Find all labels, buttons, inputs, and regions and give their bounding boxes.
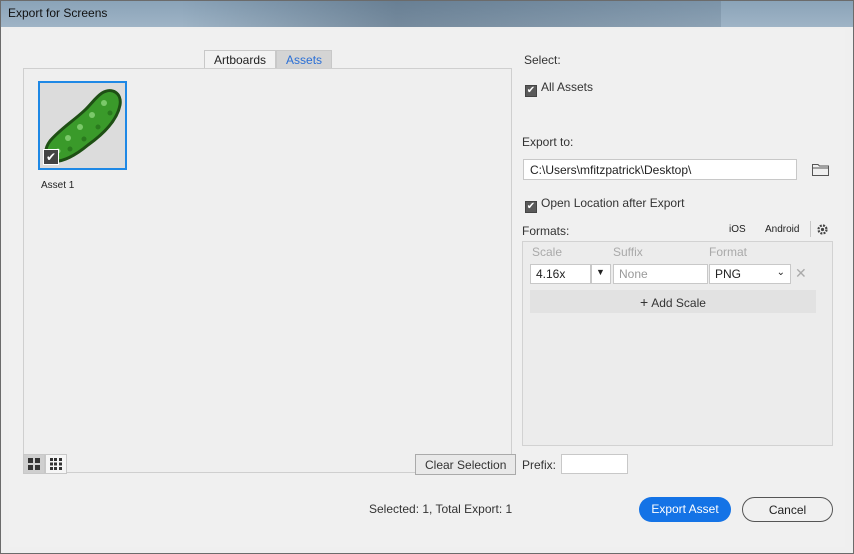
plus-icon: + [640, 294, 649, 310]
title-bar: Export for Screens [1, 1, 853, 27]
tab-artboards[interactable]: Artboards [204, 50, 277, 68]
format-select[interactable]: PNG ⌄ [709, 264, 791, 284]
list-view-button[interactable] [45, 454, 67, 474]
formats-heading: Formats: [522, 224, 570, 238]
prefix-input[interactable] [561, 454, 628, 474]
grid-view-button[interactable] [23, 454, 45, 474]
dialog-body: Artboards Assets ✔ Asset 1 Clear Selecti… [9, 29, 845, 547]
add-scale-label: Add Scale [651, 296, 706, 310]
title-bar-backdrop [181, 1, 721, 27]
asset-thumbnail[interactable]: ✔ [38, 81, 127, 170]
selection-status: Selected: 1, Total Export: 1 [369, 502, 513, 516]
all-assets-checkbox[interactable]: ✔ [525, 85, 537, 97]
asset-grid: ✔ Asset 1 [23, 68, 512, 473]
scale-column-header: Scale [532, 245, 563, 259]
format-select-value: PNG [715, 267, 742, 281]
suffix-input[interactable]: None [613, 264, 708, 284]
chevron-down-icon: ⌄ [776, 267, 785, 278]
open-location-option[interactable]: ✔ Open Location after Export [525, 196, 684, 213]
open-location-checkbox[interactable]: ✔ [525, 201, 537, 213]
select-heading: Select: [524, 53, 561, 67]
cancel-button[interactable]: Cancel [742, 497, 833, 522]
export-to-heading: Export to: [522, 135, 574, 149]
clear-selection-button[interactable]: Clear Selection [415, 454, 517, 475]
export-dialog: Export for Screens Artboards Assets ✔ As… [0, 0, 854, 554]
list-view-icon [50, 458, 62, 470]
scale-dropdown-button[interactable]: ▼ [591, 264, 611, 284]
export-asset-button[interactable]: Export Asset [639, 497, 731, 522]
tab-bar: Artboards Assets [204, 50, 333, 68]
android-preset-button[interactable]: Android [765, 224, 799, 235]
suffix-column-header: Suffix [613, 245, 643, 259]
asset-label: Asset 1 [41, 180, 75, 191]
window-title: Export for Screens [8, 6, 108, 20]
export-path-field[interactable]: C:\Users\mfitzpatrick\Desktop\ [523, 159, 797, 180]
scale-input[interactable]: 4.16x [530, 264, 591, 284]
format-column-header: Format [709, 245, 748, 259]
view-toggle [23, 454, 67, 474]
ios-preset-button[interactable]: iOS [729, 224, 746, 235]
close-icon[interactable]: ✕ [795, 265, 807, 282]
all-assets-label: All Assets [541, 80, 594, 94]
add-scale-button[interactable]: + Add Scale [530, 290, 816, 313]
all-assets-option[interactable]: ✔ All Assets [525, 80, 593, 97]
tab-assets[interactable]: Assets [276, 50, 333, 68]
gear-icon[interactable] [816, 223, 829, 236]
checkmark-icon[interactable]: ✔ [43, 149, 59, 165]
grid-view-icon [28, 458, 40, 470]
open-location-label: Open Location after Export [541, 196, 685, 210]
divider [810, 221, 811, 237]
prefix-label: Prefix: [522, 458, 557, 472]
folder-icon[interactable] [812, 163, 829, 176]
